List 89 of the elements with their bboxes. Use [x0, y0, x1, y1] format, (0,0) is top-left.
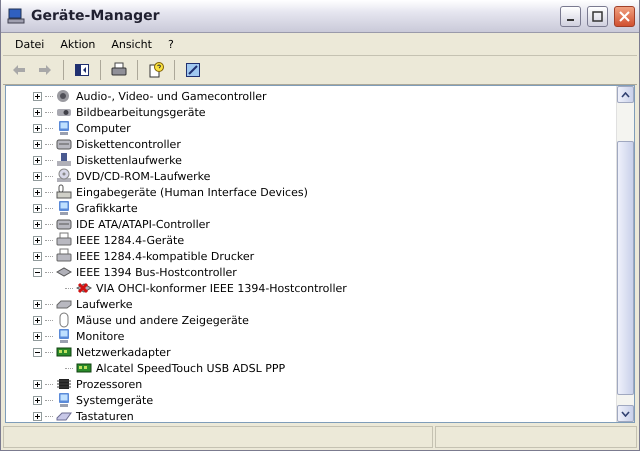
tree-item[interactable]: Computer [74, 122, 133, 134]
plus-icon [34, 236, 41, 244]
expand-toggle[interactable] [33, 332, 42, 340]
monitor-icon [56, 120, 72, 136]
help-icon [148, 62, 164, 78]
window-title: Geräte-Manager [31, 8, 161, 24]
tree-item[interactable]: Diskettenlaufwerke [74, 154, 184, 166]
tree-item[interactable]: Diskettencontroller [74, 138, 183, 150]
printer-icon [56, 232, 72, 248]
menu-item[interactable]: Ansicht [103, 38, 160, 50]
floppy-drive-icon [56, 152, 72, 168]
printer-icon [111, 62, 127, 78]
tree-item[interactable]: Grafikkarte [74, 202, 140, 214]
tree-item[interactable]: IEEE 1394 Bus-Hostcontroller [74, 266, 239, 278]
tree-item[interactable]: IEEE 1284.4-Geräte [74, 234, 186, 246]
monitor-icon [56, 392, 72, 408]
disc-drive-icon [56, 168, 72, 184]
plus-icon [34, 252, 41, 260]
minimize-button[interactable] [560, 6, 581, 26]
plus-icon [34, 316, 41, 324]
panel-icon [74, 62, 90, 78]
expand-toggle[interactable] [33, 124, 42, 132]
tree-item[interactable]: Bildbearbeitungsgeräte [74, 106, 208, 118]
computer-icon [7, 8, 25, 24]
expand-toggle[interactable] [33, 252, 42, 260]
plus-icon [34, 188, 41, 196]
expand-toggle[interactable] [33, 268, 42, 276]
plus-icon [34, 124, 41, 132]
tree-item[interactable]: Monitore [74, 330, 126, 342]
expand-toggle[interactable] [33, 236, 42, 244]
monitor-icon [56, 200, 72, 216]
plus-icon [34, 220, 41, 228]
close-icon [619, 10, 630, 22]
tree-item[interactable]: Tastaturen [74, 410, 136, 422]
expand-toggle[interactable] [33, 220, 42, 228]
expand-toggle[interactable] [33, 396, 42, 404]
plus-icon [34, 156, 41, 164]
expand-toggle[interactable] [33, 316, 42, 324]
scroll-up-button[interactable] [617, 86, 634, 103]
plus-icon [34, 396, 41, 404]
tree-item[interactable]: VIA OHCI-konformer IEEE 1394-Hostcontroller [94, 282, 349, 294]
tree-item[interactable]: Eingabegeräte (Human Interface Devices) [74, 186, 310, 198]
tree-item[interactable]: DVD/CD-ROM-Laufwerke [74, 170, 212, 182]
tree-item[interactable]: Mäuse und andere Zeigegeräte [74, 314, 251, 326]
scroll-thumb[interactable] [617, 141, 634, 395]
tree-item[interactable]: Laufwerke [74, 298, 135, 310]
monitor-icon [56, 328, 72, 344]
expand-toggle[interactable] [33, 156, 42, 164]
tree-item[interactable]: Netzwerkadapter [74, 346, 173, 358]
error-device-icon [76, 280, 92, 296]
tree-item[interactable]: Audio-, Video- und Gamecontroller [74, 90, 269, 102]
plus-icon [34, 380, 41, 388]
forward-arrow-icon [37, 62, 53, 78]
menu-item[interactable]: ? [160, 38, 182, 50]
tree-item[interactable]: IEEE 1284.4-kompatible Drucker [74, 250, 256, 262]
expand-toggle[interactable] [33, 380, 42, 388]
plus-icon [34, 300, 41, 308]
plus-icon [34, 332, 41, 340]
plus-icon [34, 92, 41, 100]
minimize-icon [567, 19, 574, 21]
tree-item[interactable]: Alcatel SpeedTouch USB ADSL PPP [94, 362, 288, 374]
maximize-icon [592, 10, 603, 22]
expand-toggle[interactable] [33, 412, 42, 420]
menu-item[interactable]: Datei [7, 38, 52, 50]
plus-icon [34, 172, 41, 180]
expand-toggle[interactable] [33, 300, 42, 308]
tree-item[interactable]: Prozessoren [74, 378, 144, 390]
close-button[interactable] [614, 6, 635, 26]
expand-toggle[interactable] [33, 92, 42, 100]
processor-icon [56, 376, 72, 392]
plus-icon [34, 140, 41, 148]
expand-toggle[interactable] [33, 108, 42, 116]
keyboard-mouse-icon [56, 184, 72, 200]
properties-icon [185, 62, 201, 78]
expand-toggle[interactable] [33, 172, 42, 180]
maximize-button[interactable] [587, 6, 608, 26]
expand-toggle[interactable] [33, 140, 42, 148]
scrollbar[interactable] [616, 86, 634, 422]
expand-toggle[interactable] [33, 348, 42, 356]
plus-icon [34, 108, 41, 116]
printer-icon [56, 248, 72, 264]
scroll-down-button[interactable] [617, 405, 634, 422]
tree-item[interactable]: IDE ATA/ATAPI-Controller [74, 218, 212, 230]
expand-toggle[interactable] [33, 188, 42, 196]
menu-item[interactable]: Aktion [52, 38, 104, 50]
expand-toggle[interactable] [33, 204, 42, 212]
plus-icon [34, 412, 41, 420]
plus-icon [34, 204, 41, 212]
tree-item[interactable]: Systemgeräte [74, 394, 156, 406]
